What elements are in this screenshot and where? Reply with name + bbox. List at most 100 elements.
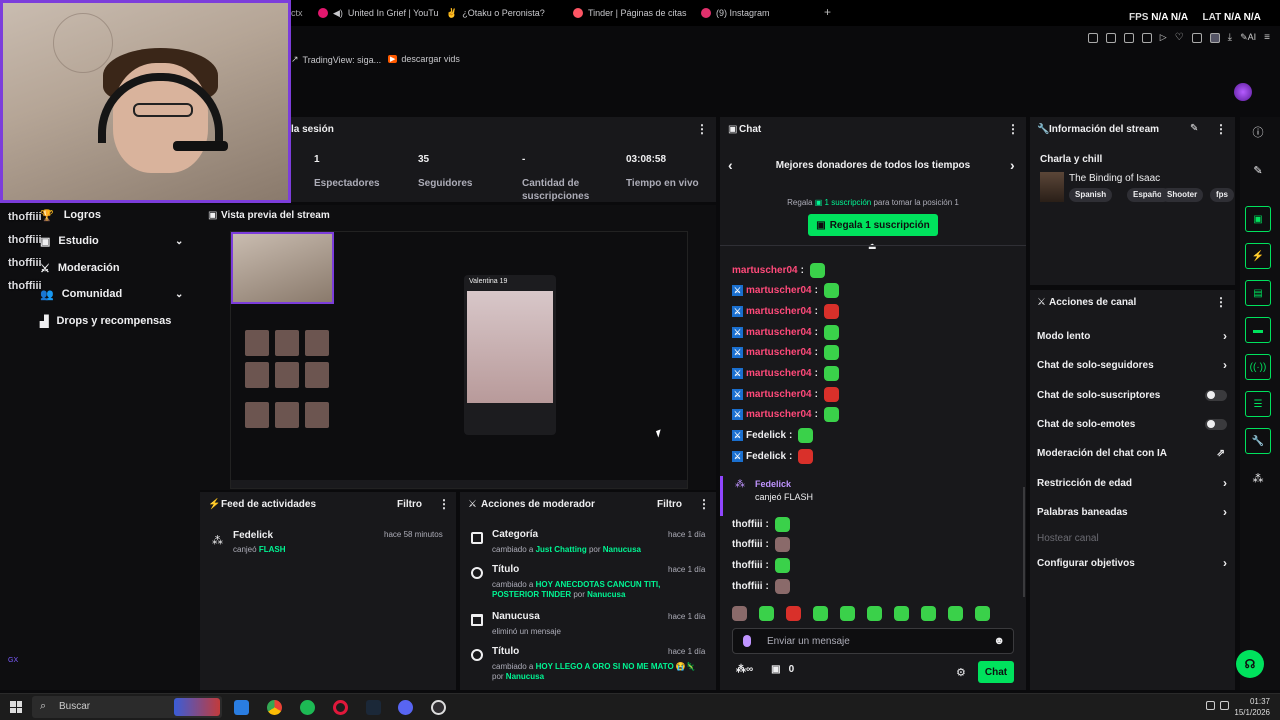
chat-username[interactable]: Fedelick (746, 451, 786, 462)
clip-icon[interactable]: ▣ (1245, 206, 1271, 232)
emote-icon[interactable] (732, 606, 747, 621)
camera-icon[interactable] (1141, 32, 1152, 43)
nav-moderacion[interactable]: ⚔ Moderación (40, 258, 120, 278)
tag-pill[interactable]: Spanish (1069, 188, 1113, 202)
app-copilot-icon[interactable] (234, 700, 249, 715)
chat-username[interactable]: martuscher04 (746, 347, 812, 358)
chat-username[interactable]: thoffiii (732, 560, 763, 571)
app-chrome-icon[interactable] (267, 700, 282, 715)
ai-button[interactable]: ✎AI (1240, 32, 1256, 43)
emote-icon[interactable] (867, 606, 882, 621)
clock[interactable]: 01:37 15/1/2026 (1234, 696, 1270, 718)
gift-icon[interactable]: ▣ (771, 664, 780, 675)
emote-icon[interactable] (975, 606, 990, 621)
nav-estudio[interactable]: ▣ Estudio ⌄ (40, 231, 183, 251)
network-icon[interactable] (1206, 701, 1215, 710)
chat-username[interactable]: martuscher04 (732, 265, 798, 276)
chat-username[interactable]: martuscher04 (746, 285, 812, 296)
emote-icon[interactable] (759, 606, 774, 621)
gift-hint-link[interactable]: ▣ 1 suscripción (815, 198, 871, 207)
chevron-right-icon[interactable]: › (1010, 157, 1015, 173)
profile-icon[interactable] (1209, 32, 1220, 43)
chat-username[interactable]: thoffiii (732, 519, 763, 530)
nav-comunidad[interactable]: 👥 Comunidad ⌄ (40, 284, 183, 304)
emote-icon[interactable] (786, 606, 801, 621)
emote-icon[interactable] (921, 606, 936, 621)
bookmark-descargar[interactable]: ▶ descargar vids (388, 54, 460, 64)
extensions-icon[interactable] (1191, 32, 1202, 43)
app-obs-icon[interactable] (431, 700, 446, 715)
chat-username[interactable]: martuscher04 (746, 368, 812, 379)
microphone-icon[interactable] (743, 635, 751, 647)
nav-logros[interactable]: 🏆 Logros (40, 205, 101, 225)
redeem-user[interactable]: Fedelick (755, 479, 791, 489)
app-steam-icon[interactable] (366, 700, 381, 715)
tab-instagram[interactable]: (9) Instagram (701, 5, 770, 21)
tab-tinder[interactable]: Tinder | Páginas de citas (573, 5, 687, 21)
tag-pill[interactable]: Shooter (1161, 188, 1204, 202)
pin-icon[interactable] (1087, 32, 1098, 43)
actions-more-icon[interactable]: ⋮ (1215, 295, 1227, 309)
nav-drops[interactable]: ▟ Drops y recompensas (40, 311, 171, 331)
edit-icon[interactable]: ✎ (1245, 157, 1271, 183)
windows-start-icon[interactable] (10, 701, 22, 713)
download-icon[interactable]: ⤓ (1228, 32, 1232, 43)
play-icon[interactable]: ▷ (1160, 32, 1167, 43)
emoji-icon[interactable]: ☻ (993, 635, 1005, 647)
tab-otaku[interactable]: ✌ ¿Otaku o Peronista? (446, 5, 545, 21)
screenshot-icon[interactable] (1105, 32, 1116, 43)
gear-icon[interactable]: ⚙ (956, 666, 966, 679)
chat-more-icon[interactable]: ⋮ (1007, 122, 1019, 136)
action-ai-moderation[interactable]: Moderación del chat con IA ⇗ (1037, 444, 1227, 462)
action-age-restriction[interactable]: Restricción de edad › (1037, 474, 1227, 492)
scrollbar[interactable] (1023, 487, 1025, 597)
action-goals[interactable]: Configurar objetivos › (1037, 554, 1227, 572)
emote-only-toggle[interactable] (1205, 418, 1227, 430)
new-tab-button[interactable]: + (824, 5, 831, 19)
gift-sub-button[interactable]: ▣ Regala 1 suscripción (808, 214, 938, 236)
chat-username[interactable]: martuscher04 (746, 306, 812, 317)
tab-1[interactable]: ctx (291, 5, 303, 21)
chat-bubble-icon[interactable]: ▬ (1245, 317, 1271, 343)
mod-more-icon[interactable]: ⋮ (698, 497, 710, 511)
mod-filter-button[interactable]: Filtro (657, 499, 682, 510)
activity-filter-button[interactable]: Filtro (397, 499, 422, 510)
taskbar-search[interactable]: ⌕ Buscar (32, 696, 222, 718)
action-banned-words[interactable]: Palabras baneadas › (1037, 503, 1227, 521)
heart-icon[interactable]: ♡ (1175, 32, 1184, 43)
app-spotify-icon[interactable] (300, 700, 315, 715)
tag-pill[interactable]: fps (1210, 188, 1234, 202)
chat-username[interactable]: martuscher04 (746, 409, 812, 420)
edit-icon[interactable]: ✎ (1190, 123, 1198, 134)
app-opera-icon[interactable] (333, 700, 348, 715)
list-icon[interactable]: ☰ (1245, 391, 1271, 417)
menu-icon[interactable]: ≡ (1264, 32, 1270, 43)
info-more-icon[interactable]: ⋮ (1215, 122, 1227, 136)
points-icon[interactable]: ⁂∞ (736, 664, 753, 675)
game-name[interactable]: The Binding of Isaac (1069, 173, 1160, 184)
info-icon[interactable]: ⓘ (1245, 119, 1271, 145)
emote-icon[interactable] (813, 606, 828, 621)
bolt-icon[interactable]: ⚡ (1245, 243, 1271, 269)
bookmark-tradingview[interactable]: ↗ TradingView: siga... (291, 54, 381, 65)
chat-username[interactable]: thoffiii (732, 539, 763, 550)
volume-icon[interactable] (1220, 701, 1229, 710)
points-icon[interactable]: ⁂ (1245, 465, 1271, 491)
subs-only-toggle[interactable] (1205, 389, 1227, 401)
user-avatar[interactable] (1234, 83, 1252, 101)
chat-username[interactable]: martuscher04 (746, 327, 812, 338)
app-discord-icon[interactable] (398, 700, 413, 715)
action-slow-mode[interactable]: Modo lento › (1037, 327, 1227, 345)
collapse-icon[interactable]: ⏏ (868, 241, 877, 252)
wrench-icon[interactable]: 🔧 (1245, 428, 1271, 454)
session-more-icon[interactable]: ⋮ (696, 122, 708, 136)
broadcast-icon[interactable]: ((·)) (1245, 354, 1271, 380)
chat-username[interactable]: Fedelick (746, 430, 786, 441)
stream-preview-video[interactable]: Valentina 19 (230, 231, 688, 489)
chat-username[interactable]: thoffiii (732, 581, 763, 592)
emote-icon[interactable] (894, 606, 909, 621)
shield-icon[interactable] (1123, 32, 1134, 43)
help-icon[interactable]: ☊ (1236, 650, 1264, 678)
emote-icon[interactable] (948, 606, 963, 621)
chat-username[interactable]: martuscher04 (746, 389, 812, 400)
